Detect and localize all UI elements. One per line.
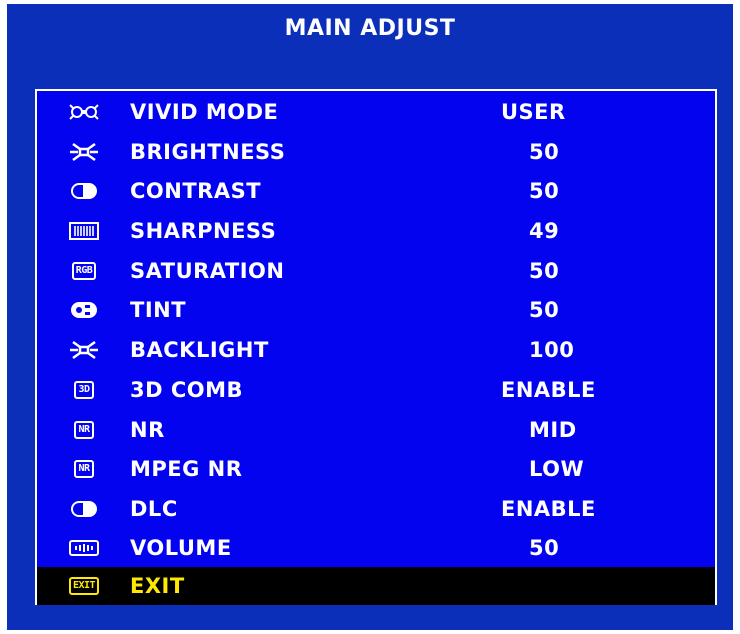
nr-icon: NR (69, 458, 99, 480)
menu-item-contrast[interactable]: CONTRAST 50 (37, 172, 715, 210)
menu-title: MAIN ADJUST (284, 16, 456, 41)
icon-text: EXIT (68, 577, 100, 595)
tint-icon (69, 299, 99, 321)
exit-icon: EXIT (68, 575, 100, 597)
menu-item-label: BRIGHTNESS (130, 140, 286, 164)
menu-item-label: VIVID MODE (130, 100, 279, 124)
rgb-icon: RGB (69, 260, 99, 282)
menu-item-label: BACKLIGHT (130, 338, 269, 362)
3d-comb-icon: 3D (69, 379, 99, 401)
menu-item-label: SATURATION (130, 259, 285, 283)
menu-item-brightness[interactable]: BRIGHTNESS 50 (37, 133, 715, 171)
nr-icon: NR (69, 419, 99, 441)
menu-item-tint[interactable]: TINT 50 (37, 291, 715, 329)
menu-item-label: VOLUME (130, 536, 232, 560)
menu-item-value: 50 (529, 536, 560, 560)
menu-item-vivid-mode[interactable]: VIVID MODE USER (37, 93, 715, 131)
menu-item-label: SHARPNESS (130, 219, 277, 243)
menu-panel: VIVID MODE USER BRIGHTNESS 50 CONTRAST 5… (35, 89, 717, 605)
menu-item-value: MID (529, 418, 577, 442)
menu-item-label: EXIT (130, 574, 185, 598)
menu-item-label: NR (130, 418, 165, 442)
backlight-icon (69, 339, 99, 361)
menu-item-backlight[interactable]: BACKLIGHT 100 (37, 331, 715, 369)
menu-item-value: USER (501, 100, 566, 124)
menu-item-value: 50 (529, 140, 560, 164)
menu-item-dlc[interactable]: DLC ENABLE (37, 490, 715, 528)
menu-item-value: 49 (529, 219, 560, 243)
contrast-icon (69, 180, 99, 202)
menu-item-value: 50 (529, 259, 560, 283)
menu-item-exit[interactable]: EXIT EXIT (37, 567, 715, 605)
dlc-icon (69, 498, 99, 520)
menu-item-value: 50 (529, 179, 560, 203)
menu-item-label: CONTRAST (130, 179, 262, 203)
icon-text: 3D (74, 381, 94, 399)
menu-item-saturation[interactable]: RGB SATURATION 50 (37, 252, 715, 290)
brightness-icon (69, 141, 99, 163)
menu-item-value: ENABLE (501, 378, 596, 402)
icon-text: RGB (71, 262, 97, 280)
icon-text: NR (74, 460, 94, 478)
vivid-mode-icon (69, 101, 99, 123)
menu-item-3d-comb[interactable]: 3D 3D COMB ENABLE (37, 371, 715, 409)
menu-item-label: DLC (130, 497, 178, 521)
volume-icon (69, 537, 99, 559)
menu-item-value: 100 (529, 338, 575, 362)
osd-menu: MAIN ADJUST VIVID MODE USER BRIGHTNESS 5… (7, 4, 733, 630)
menu-item-label: MPEG NR (130, 457, 243, 481)
menu-item-value: 50 (529, 298, 560, 322)
menu-item-volume[interactable]: VOLUME 50 (37, 529, 715, 567)
menu-item-mpeg-nr[interactable]: NR MPEG NR LOW (37, 450, 715, 488)
icon-text: NR (74, 421, 94, 439)
menu-item-sharpness[interactable]: SHARPNESS 49 (37, 212, 715, 250)
menu-item-nr[interactable]: NR NR MID (37, 411, 715, 449)
menu-item-label: TINT (130, 298, 187, 322)
menu-item-value: LOW (529, 457, 585, 481)
sharpness-icon (69, 220, 99, 242)
menu-item-label: 3D COMB (130, 378, 244, 402)
menu-item-value: ENABLE (501, 497, 596, 521)
